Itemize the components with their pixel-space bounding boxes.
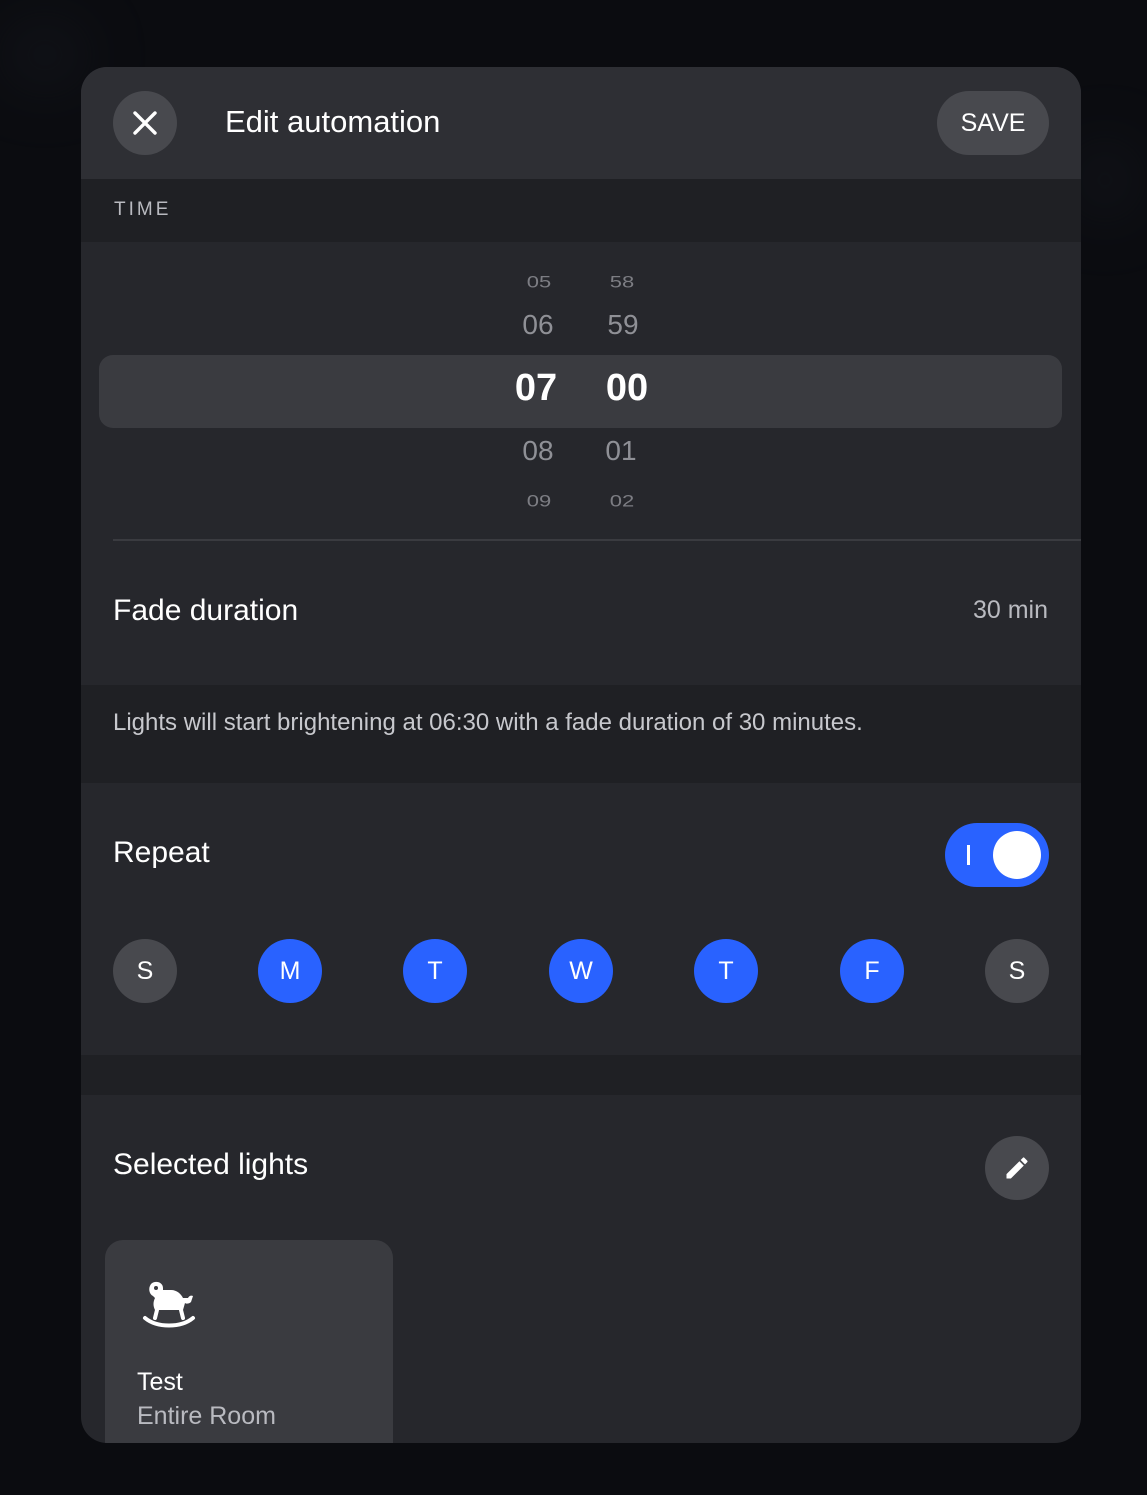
selected-lights-label: Selected lights: [113, 1148, 309, 1181]
day-thursday[interactable]: T: [694, 939, 758, 1003]
hour-option[interactable]: 06: [498, 309, 578, 341]
day-letter: T: [718, 956, 734, 985]
day-letter: S: [1008, 956, 1026, 985]
hour-selected[interactable]: 07: [496, 367, 576, 410]
day-letter: F: [864, 956, 880, 985]
time-picker-selection: [99, 355, 1062, 428]
minute-selected[interactable]: 00: [587, 367, 667, 410]
minute-option[interactable]: 02: [582, 491, 662, 511]
toggle-on-indicator: [967, 845, 970, 865]
day-sunday[interactable]: S: [113, 939, 177, 1003]
day-letter: S: [136, 956, 154, 985]
modal-header: Edit automation SAVE: [81, 67, 1081, 179]
hour-option[interactable]: 09: [499, 491, 579, 511]
day-saturday[interactable]: S: [985, 939, 1049, 1003]
light-card-test[interactable]: Test Entire Room: [105, 1240, 393, 1443]
fade-duration-label: Fade duration: [113, 594, 299, 627]
rocking-horse-icon: [143, 1281, 195, 1328]
edit-automation-modal: Edit automation SAVE TIME 05 06 07 08 09…: [81, 67, 1081, 1443]
time-section-label: TIME: [114, 199, 172, 220]
section-gap: [81, 1055, 1081, 1095]
day-tuesday[interactable]: T: [403, 939, 467, 1003]
pencil-icon: [1006, 1157, 1028, 1179]
time-section-band: [81, 179, 1081, 242]
minute-option[interactable]: 01: [581, 435, 661, 467]
day-monday[interactable]: M: [258, 939, 322, 1003]
page-title: Edit automation: [225, 104, 441, 139]
fade-duration-value: 30 min: [972, 596, 1048, 624]
edit-lights-button[interactable]: [985, 1136, 1049, 1200]
day-friday[interactable]: F: [840, 939, 904, 1003]
repeat-label: Repeat: [113, 836, 210, 869]
hour-option[interactable]: 05: [499, 272, 579, 292]
close-button[interactable]: [113, 91, 177, 155]
toggle-knob: [993, 831, 1041, 879]
divider: [113, 539, 1081, 541]
day-letter: T: [427, 956, 443, 985]
light-name: Test: [137, 1368, 183, 1396]
day-letter: W: [569, 956, 593, 985]
hour-option[interactable]: 08: [498, 435, 578, 467]
close-icon: [133, 111, 157, 135]
day-letter: M: [279, 956, 301, 985]
repeat-toggle[interactable]: [945, 823, 1049, 887]
day-wednesday[interactable]: W: [549, 939, 613, 1003]
minute-option[interactable]: 59: [583, 309, 663, 341]
minute-option[interactable]: 58: [582, 272, 662, 292]
light-subtitle: Entire Room: [137, 1402, 276, 1430]
save-button[interactable]: SAVE: [937, 91, 1049, 155]
fade-info-text: Lights will start brightening at 06:30 w…: [113, 709, 863, 736]
backdrop-glow: [0, 20, 90, 90]
